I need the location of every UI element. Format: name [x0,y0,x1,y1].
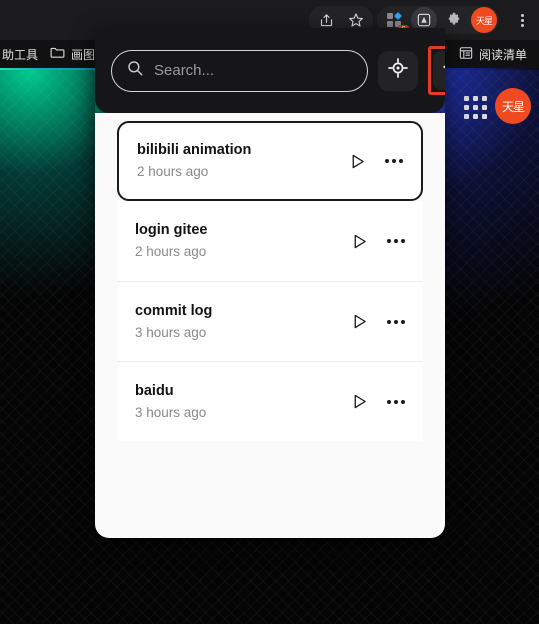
list-item-title: login gitee [135,222,208,238]
list-item[interactable]: commit log 3 hours ago [117,281,423,361]
folder-icon [50,46,65,62]
home-button-highlight [428,46,445,95]
three-dot-menu-icon[interactable] [509,6,535,34]
play-icon[interactable] [345,149,369,173]
search-box[interactable] [111,49,368,92]
list-item-text: commit log 3 hours ago [135,301,347,343]
bookmark-label: 助工具 [2,47,39,62]
reading-list-icon [459,46,473,63]
bookmark-label: 画图 [71,47,96,62]
list-item-time: 3 hours ago [135,404,207,420]
list-item-time: 2 hours ago [137,164,209,179]
play-icon[interactable] [347,229,371,253]
list-item-actions [345,149,407,173]
profile-avatar[interactable]: 天星 [471,7,497,33]
recording-list: bilibili animation 2 hours ago login git… [95,113,445,538]
list-item[interactable]: login gitee 2 hours ago [117,201,423,281]
extension-popup: bilibili animation 2 hours ago login git… [95,28,445,538]
apps-grid-icon[interactable] [464,96,487,119]
list-item-text: baidu 3 hours ago [135,381,347,423]
list-item[interactable]: bilibili animation 2 hours ago [117,121,423,201]
list-item-title: baidu [135,382,174,399]
list-item-text: bilibili animation 2 hours ago [137,140,345,182]
locate-target-button[interactable] [378,50,418,91]
list-item-time: 3 hours ago [135,324,207,340]
reading-list-button[interactable]: 阅读清单 [453,43,533,65]
more-options-icon[interactable] [383,310,409,334]
popup-header [95,28,445,113]
home-button[interactable] [433,51,445,90]
search-input[interactable] [154,62,353,79]
list-item-time: 2 hours ago [135,244,207,259]
more-options-icon[interactable] [381,149,407,173]
bookmark-item-0[interactable]: 助工具 [0,43,44,65]
list-item-text: login gitee 2 hours ago [135,220,347,262]
play-icon[interactable] [347,390,371,414]
list-item-actions [347,310,409,334]
search-icon [126,59,144,82]
browser-window: 天星 6 [0,0,539,624]
list-item-title: bilibili animation [137,142,252,158]
list-item-actions [347,390,409,414]
list-item-title: commit log [135,302,213,319]
crosshair-icon [387,57,409,84]
more-options-icon[interactable] [383,229,409,253]
bookmark-item-1[interactable]: 画图 [44,43,101,65]
reading-list-label: 阅读清单 [478,47,527,62]
play-icon[interactable] [347,310,371,334]
more-options-icon[interactable] [383,390,409,414]
list-item-actions [347,229,409,253]
page-avatar[interactable]: 天星 [495,88,531,124]
home-icon [441,57,445,85]
list-item[interactable]: baidu 3 hours ago [117,361,423,441]
